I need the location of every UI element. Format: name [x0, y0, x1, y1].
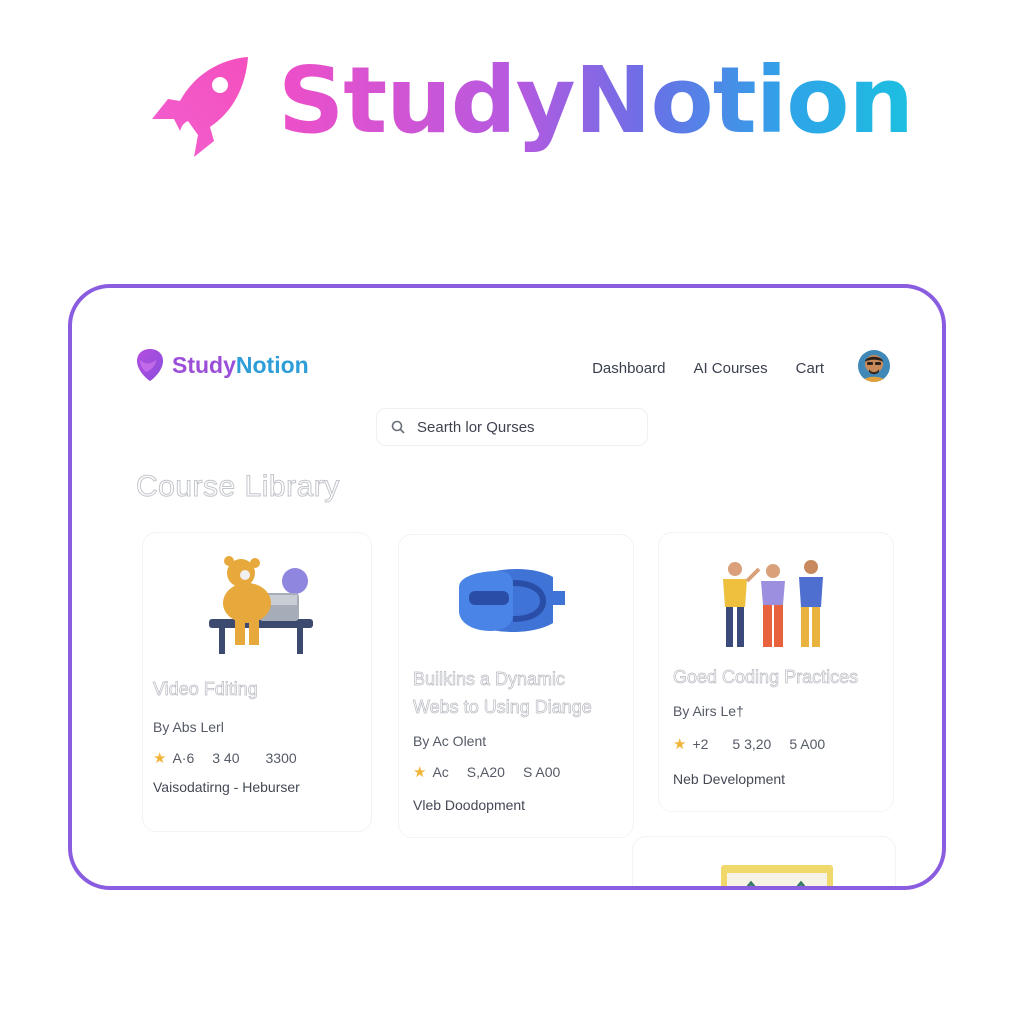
search-input[interactable] [415, 417, 619, 437]
course-category: Vaisodatirng - Heburser [153, 779, 300, 795]
course-title: Video Fditing [153, 679, 258, 700]
course-thumbnail-image [459, 568, 565, 632]
nav-links: Dashboard AI Courses Cart [592, 360, 824, 377]
course-thumbnail-image [721, 865, 833, 886]
search-icon [391, 420, 405, 434]
avatar-image [858, 350, 890, 382]
user-avatar[interactable] [858, 350, 890, 382]
brand-text-notion: Notion [235, 351, 309, 378]
star-icon: ★ [413, 764, 427, 781]
course-library-heading: Course Library [136, 470, 340, 504]
course-title-line-1: Builkins a Dynamic [413, 669, 566, 690]
course-meta: ★ Ac S,A20 S A00 [413, 763, 560, 781]
course-title: Goed Coding Practices [673, 667, 859, 688]
course-thumbnail-image [723, 560, 823, 647]
nav-link-cart[interactable]: Cart [796, 360, 824, 377]
course-rating: ★ Ac [413, 764, 449, 781]
hero-brand-title: StudyNotion [278, 55, 914, 161]
course-title-line-2: Webs to Using Diange [413, 697, 592, 718]
star-icon: ★ [673, 736, 687, 753]
brand-logo-icon [137, 349, 163, 381]
course-author: By Ac Olent [413, 733, 487, 749]
nav-link-dashboard[interactable]: Dashboard [592, 360, 665, 377]
course-rating: ★ +2 [673, 736, 709, 753]
course-rating: ★ A·6 [153, 750, 195, 767]
nav-link-ai-courses[interactable]: AI Courses [693, 360, 767, 377]
course-enrolled: S A00 [522, 764, 561, 780]
course-card[interactable]: Goed Coding Practices By Airs Le† ★ +2 5 … [658, 532, 894, 812]
course-category: Neb Development [673, 771, 786, 787]
course-meta: ★ A·6 3 40 3300 [153, 749, 297, 767]
brand-text-study: Study [172, 351, 236, 378]
course-card[interactable]: Builkins a Dynamic Webs to Using Diange … [398, 534, 634, 838]
course-author: By Abs Lerl [153, 719, 224, 735]
nav-brand-text: StudyNotion [172, 352, 309, 379]
rocket-icon [152, 57, 248, 157]
course-price: 3 40 [212, 750, 240, 766]
course-price: 5 3,20 [732, 736, 772, 752]
search-bar[interactable] [376, 408, 648, 446]
star-icon: ★ [153, 750, 167, 767]
hero-logo: StudyNotion [150, 55, 914, 161]
course-thumbnail-image [209, 556, 313, 654]
app-window: StudyNotion Dashboard AI Courses Cart Co… [68, 284, 946, 890]
course-meta: ★ +2 5 3,20 5 A00 [673, 735, 825, 753]
course-enrolled: 5 A00 [789, 736, 826, 752]
course-category: Vleb Doodopment [413, 797, 526, 813]
course-card[interactable] [632, 836, 896, 886]
course-author: By Airs Le† [673, 703, 744, 719]
course-price: S,A20 [466, 764, 505, 780]
course-card[interactable]: Video Fditing By Abs Lerl ★ A·6 3 40 3300… [142, 532, 372, 832]
nav-brand[interactable]: StudyNotion [136, 348, 309, 382]
course-enrolled: 3300 [265, 750, 297, 766]
